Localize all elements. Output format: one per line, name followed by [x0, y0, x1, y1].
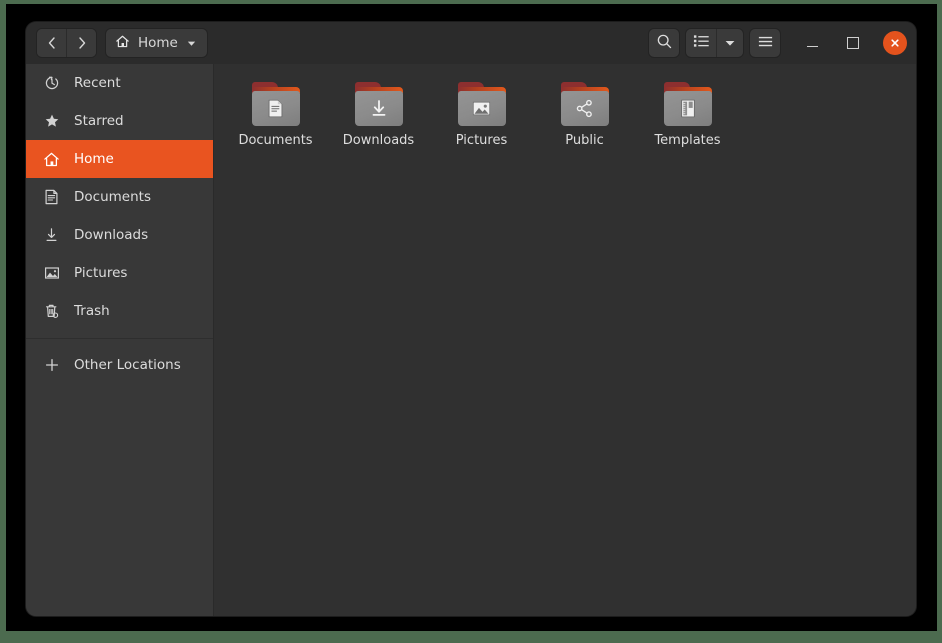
folder-icon: [354, 82, 404, 126]
share-icon: [560, 91, 610, 126]
file-item-pictures[interactable]: Pictures: [430, 76, 533, 148]
search-button[interactable]: [649, 29, 679, 57]
header-right-controls: [649, 29, 916, 57]
window-controls: [801, 31, 907, 55]
path-bar-label: Home: [138, 35, 178, 51]
folder-icon: [663, 82, 713, 126]
minimize-button[interactable]: [801, 32, 823, 54]
file-item-downloads[interactable]: Downloads: [327, 76, 430, 148]
maximize-button[interactable]: [842, 32, 864, 54]
file-item-label: Pictures: [455, 133, 508, 148]
view-options-button[interactable]: [716, 29, 743, 57]
file-item-label: Documents: [238, 133, 313, 148]
sidebar-item-documents[interactable]: Documents: [26, 178, 213, 216]
template-icon: [663, 91, 713, 126]
chevron-down-icon: [186, 34, 197, 53]
desktop-edge-bottom: [0, 631, 942, 643]
file-item-documents[interactable]: Documents: [224, 76, 327, 148]
sidebar-item-label: Documents: [74, 189, 151, 205]
sidebar: Recent Starred Home Documents Downloads …: [26, 64, 214, 616]
home-icon: [43, 151, 60, 168]
desktop-edge-left: [0, 0, 6, 643]
download-icon: [354, 91, 404, 126]
file-item-label: Templates: [654, 133, 721, 148]
sidebar-divider: [26, 338, 213, 339]
document-icon: [43, 189, 60, 206]
back-button[interactable]: [37, 29, 66, 57]
folder-icon: [560, 82, 610, 126]
sidebar-item-label: Recent: [74, 75, 121, 91]
folder-icon: [251, 82, 301, 126]
image-icon: [43, 265, 60, 282]
sidebar-item-recent[interactable]: Recent: [26, 64, 213, 102]
sidebar-item-pictures[interactable]: Pictures: [26, 254, 213, 292]
trash-icon: [43, 303, 60, 320]
star-icon: [43, 113, 60, 130]
close-button[interactable]: [883, 31, 907, 55]
sidebar-item-downloads[interactable]: Downloads: [26, 216, 213, 254]
home-icon: [115, 34, 130, 53]
minimize-icon: [806, 45, 818, 48]
chevron-down-icon: [724, 34, 736, 53]
sidebar-item-label: Trash: [74, 303, 110, 319]
sidebar-item-home[interactable]: Home: [26, 140, 213, 178]
image-icon: [457, 91, 507, 126]
maximize-icon: [847, 37, 859, 49]
list-view-button[interactable]: [686, 29, 716, 57]
hamburger-menu-icon: [757, 34, 774, 53]
file-manager-window: Home Recent Starred Home Documents Downl…: [26, 22, 916, 616]
file-item-label: Public: [565, 133, 604, 148]
close-icon: [889, 34, 901, 53]
sidebar-item-label: Other Locations: [74, 357, 181, 373]
icon-grid: Documents Downloads Pictures Public Temp…: [214, 64, 916, 148]
file-item-label: Downloads: [342, 133, 415, 148]
list-view-icon: [693, 33, 710, 53]
download-icon: [43, 227, 60, 244]
main-menu-button[interactable]: [750, 29, 780, 57]
file-item-templates[interactable]: Templates: [636, 76, 739, 148]
sidebar-item-label: Starred: [74, 113, 124, 129]
path-bar-home-button[interactable]: Home: [106, 29, 207, 57]
folder-icon: [457, 82, 507, 126]
document-icon: [251, 91, 301, 126]
sidebar-item-starred[interactable]: Starred: [26, 102, 213, 140]
sidebar-item-other-locations[interactable]: Other Locations: [26, 346, 213, 384]
sidebar-item-label: Downloads: [74, 227, 149, 243]
navigation-button-group: [37, 29, 96, 57]
clock-icon: [43, 75, 60, 92]
header-bar: Home: [26, 22, 916, 65]
desktop-edge-right: [937, 0, 942, 643]
sidebar-item-label: Pictures: [74, 265, 128, 281]
file-list-view[interactable]: Documents Downloads Pictures Public Temp…: [214, 64, 916, 616]
file-item-public[interactable]: Public: [533, 76, 636, 148]
search-icon: [656, 33, 673, 54]
forward-button[interactable]: [66, 29, 96, 57]
plus-icon: [43, 357, 60, 374]
sidebar-item-label: Home: [74, 151, 114, 167]
desktop-edge-top: [0, 0, 942, 4]
sidebar-item-trash[interactable]: Trash: [26, 292, 213, 330]
view-mode-group: [686, 29, 743, 57]
